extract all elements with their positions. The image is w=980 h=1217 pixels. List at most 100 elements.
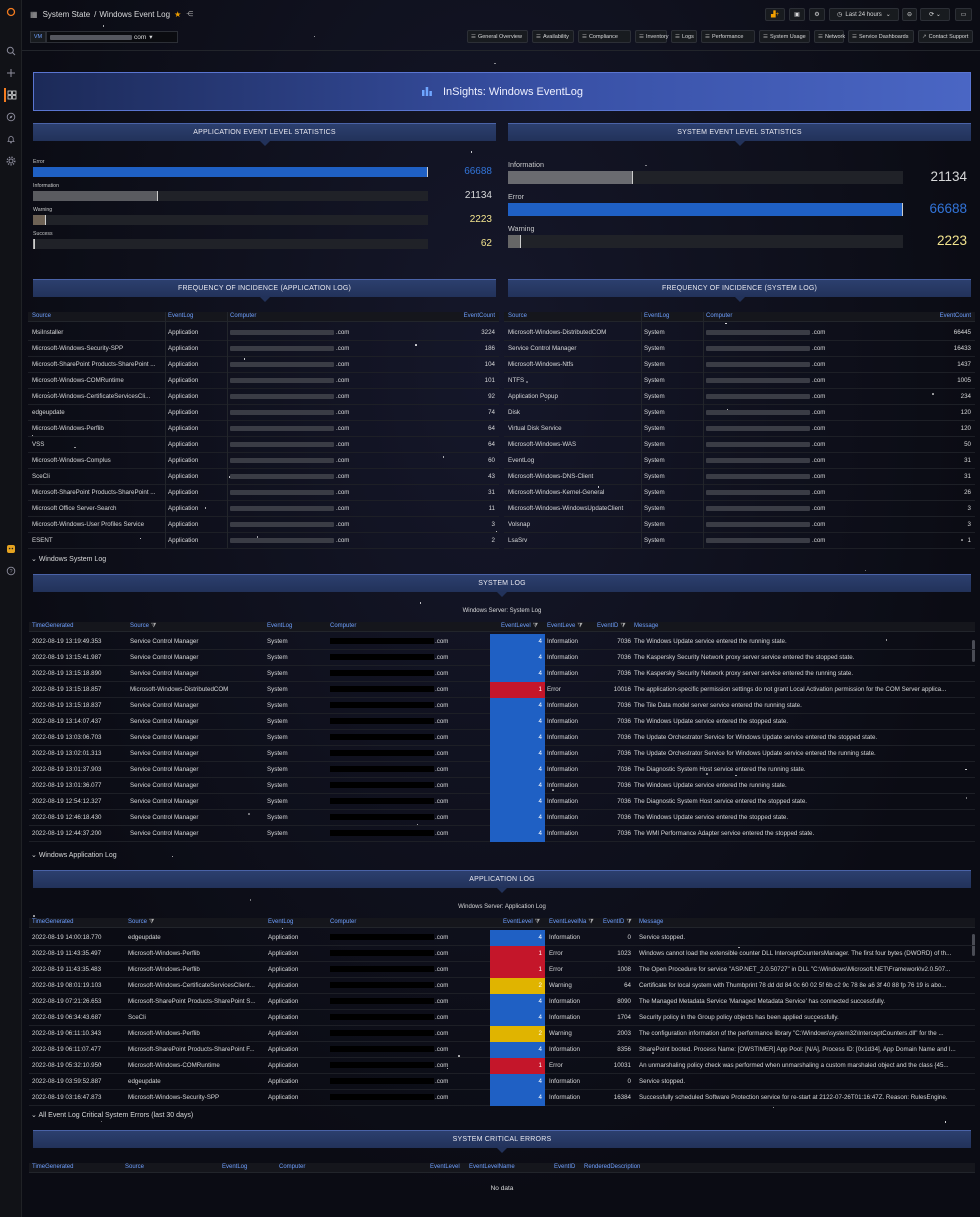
- refresh-button[interactable]: ⟳ ⌄: [920, 8, 950, 21]
- column-header[interactable]: EventLevel ⧩: [501, 623, 538, 630]
- column-header[interactable]: Source: [125, 1164, 144, 1170]
- table-row[interactable]: 2022-08-19 13:01:37.903 Service Control M…: [29, 762, 975, 778]
- table-row[interactable]: 2022-08-19 13:15:18.857 Microsoft-Windows…: [29, 682, 975, 698]
- column-header[interactable]: EventLeve ⧩: [547, 623, 583, 630]
- zoom-out-button[interactable]: ⊖: [902, 8, 917, 21]
- table-row[interactable]: NTFS System .com 1005: [504, 373, 975, 389]
- table-row[interactable]: 2022-08-19 13:15:18.890 Service Control M…: [29, 666, 975, 682]
- table-row[interactable]: VSS Application .com 64: [28, 437, 499, 453]
- table-row[interactable]: Application Popup System .com 234: [504, 389, 975, 405]
- table-row[interactable]: Microsoft-Windows-Ntfs System .com 1437: [504, 357, 975, 373]
- table-row[interactable]: 2022-08-19 13:15:18.837 Service Control M…: [29, 698, 975, 714]
- table-row[interactable]: 2022-08-19 06:11:07.477 Microsoft-SharePo…: [29, 1042, 975, 1058]
- row-toggle-application-log[interactable]: ⌄ Windows Application Log: [31, 851, 117, 859]
- filter-icon[interactable]: ⧩: [577, 623, 582, 629]
- table-row[interactable]: 2022-08-19 13:15:41.987 Service Control M…: [29, 650, 975, 666]
- row-toggle-critical-errors[interactable]: ⌄ All Event Log Critical System Errors (…: [31, 1111, 193, 1119]
- table-row[interactable]: 2022-08-19 03:16:47.873 Microsoft-Windows…: [29, 1090, 975, 1106]
- user-avatar-icon[interactable]: [4, 542, 18, 556]
- column-header[interactable]: TimeGenerated: [32, 1164, 73, 1170]
- table-row[interactable]: 2022-08-19 12:54:12.327 Service Control M…: [29, 794, 975, 810]
- dashboard-title[interactable]: Windows Event Log: [99, 10, 170, 19]
- column-header[interactable]: EventLog: [222, 1164, 247, 1170]
- add-panel-button[interactable]: ▟+: [765, 8, 785, 21]
- filter-icon[interactable]: ⧩: [151, 623, 156, 629]
- table-row[interactable]: Virtual Disk Service System .com 120: [504, 421, 975, 437]
- dashboard-link[interactable]: ☰ Logs: [671, 30, 697, 43]
- breadcrumb-folder[interactable]: System State: [43, 10, 91, 19]
- table-row[interactable]: 2022-08-19 11:43:35.483 Microsoft-Windows…: [29, 962, 975, 978]
- column-header[interactable]: Source: [32, 313, 51, 319]
- table-row[interactable]: Microsoft-Windows-User Profiles Service A…: [28, 517, 499, 533]
- column-header[interactable]: EventLog: [644, 313, 669, 319]
- table-row[interactable]: EventLog System .com 31: [504, 453, 975, 469]
- help-icon[interactable]: ?: [4, 564, 18, 578]
- column-header[interactable]: TimeGenerated: [32, 623, 73, 629]
- column-header[interactable]: Computer: [330, 623, 356, 629]
- table-row[interactable]: Microsoft Office Server-Search Applicatio…: [28, 501, 499, 517]
- table-row[interactable]: 2022-08-19 06:34:43.687 SceCli Application…: [29, 1010, 975, 1026]
- column-header[interactable]: Computer: [706, 313, 732, 319]
- column-header[interactable]: Computer: [279, 1164, 305, 1170]
- column-header[interactable]: EventLog: [267, 623, 292, 629]
- column-header[interactable]: Message: [639, 919, 663, 925]
- table-row[interactable]: Volsnap System .com 3: [504, 517, 975, 533]
- column-header[interactable]: Message: [634, 623, 658, 629]
- column-header[interactable]: Source ⧩: [130, 623, 156, 630]
- dashboard-settings-button[interactable]: ⚙: [809, 8, 825, 21]
- column-header[interactable]: EventID: [554, 1164, 575, 1170]
- table-row[interactable]: Microsoft-Windows-DistributedCOM System .c…: [504, 325, 975, 341]
- star-icon[interactable]: ★: [174, 10, 181, 19]
- table-row[interactable]: Microsoft-Windows-Complus Application .com…: [28, 453, 499, 469]
- column-header[interactable]: EventLevel: [430, 1164, 460, 1170]
- table-row[interactable]: Disk System .com 120: [504, 405, 975, 421]
- table-row[interactable]: Microsoft-Windows-WindowsUpdateClient Sys…: [504, 501, 975, 517]
- time-range-picker[interactable]: ◷ Last 24 hours ⌄: [829, 8, 899, 21]
- dashboards-icon[interactable]: [4, 88, 18, 102]
- table-row[interactable]: 2022-08-19 14:00:18.770 edgeupdate Applica…: [29, 930, 975, 946]
- table-row[interactable]: 2022-08-19 12:44:37.200 Service Control M…: [29, 826, 975, 842]
- table-row[interactable]: 2022-08-19 05:32:10.950 Microsoft-Windows…: [29, 1058, 975, 1074]
- dashboard-link[interactable]: ☰ Network: [814, 30, 845, 43]
- column-header[interactable]: EventLog: [168, 313, 193, 319]
- dashboard-link[interactable]: ☰ Service Dashboards: [848, 30, 914, 43]
- dashboard-link[interactable]: ☰ Performance: [701, 30, 755, 43]
- filter-icon[interactable]: ⧩: [626, 919, 631, 925]
- dashboard-link[interactable]: ☰ General Overview: [467, 30, 528, 43]
- column-header[interactable]: EventLog: [268, 919, 293, 925]
- plus-icon[interactable]: [4, 66, 18, 80]
- dashboard-link[interactable]: ☰ Compliance: [578, 30, 631, 43]
- table-row[interactable]: LsaSrv System .com 1: [504, 533, 975, 549]
- explore-compass-icon[interactable]: [4, 110, 18, 124]
- filter-icon[interactable]: ⧩: [620, 623, 625, 629]
- table-row[interactable]: 2022-08-19 13:14:07.437 Service Control M…: [29, 714, 975, 730]
- dashboard-link[interactable]: ↗ Contact Support: [918, 30, 973, 43]
- column-header[interactable]: EventLevelNa ⧩: [549, 919, 594, 926]
- filter-icon[interactable]: ⧩: [535, 919, 540, 925]
- table-row[interactable]: Microsoft-Windows-Security-SPP Applicatio…: [28, 341, 499, 357]
- configuration-gear-icon[interactable]: [4, 154, 18, 168]
- table-row[interactable]: SceCli Application .com 43: [28, 469, 499, 485]
- table-row[interactable]: Microsoft-Windows-CertificateServicesCli…: [28, 389, 499, 405]
- alerting-bell-icon[interactable]: [4, 132, 18, 146]
- table-row[interactable]: Microsoft-Windows-Kernel-General System .c…: [504, 485, 975, 501]
- table-row[interactable]: Microsoft-Windows-Perflib Application .com…: [28, 421, 499, 437]
- column-header[interactable]: RenderedDescription: [584, 1164, 640, 1170]
- table-row[interactable]: 2022-08-19 08:01:19.103 Microsoft-Windows…: [29, 978, 975, 994]
- column-header[interactable]: TimeGenerated: [32, 919, 73, 925]
- column-header[interactable]: EventID ⧩: [603, 919, 632, 926]
- table-row[interactable]: Microsoft-Windows-WAS System .com 50: [504, 437, 975, 453]
- column-header[interactable]: EventCount: [435, 313, 495, 319]
- filter-icon[interactable]: ⧩: [149, 919, 154, 925]
- table-row[interactable]: 2022-08-19 11:43:35.497 Microsoft-Windows…: [29, 946, 975, 962]
- table-row[interactable]: 2022-08-19 13:19:49.353 Service Control M…: [29, 634, 975, 650]
- dashboard-link[interactable]: ☰ Inventory: [635, 30, 669, 43]
- save-dashboard-button[interactable]: ▣: [789, 8, 805, 21]
- grafana-logo-icon[interactable]: [4, 5, 18, 19]
- share-icon[interactable]: ⋲: [186, 10, 193, 18]
- table-row[interactable]: Microsoft-Windows-COMRuntime Application.…: [28, 373, 499, 389]
- table-row[interactable]: 2022-08-19 13:02:01.313 Service Control M…: [29, 746, 975, 762]
- row-toggle-system-log[interactable]: ⌄ Windows System Log: [31, 555, 106, 563]
- filter-icon[interactable]: ⧩: [588, 919, 593, 925]
- table-row[interactable]: ESENT Application .com 2: [28, 533, 499, 549]
